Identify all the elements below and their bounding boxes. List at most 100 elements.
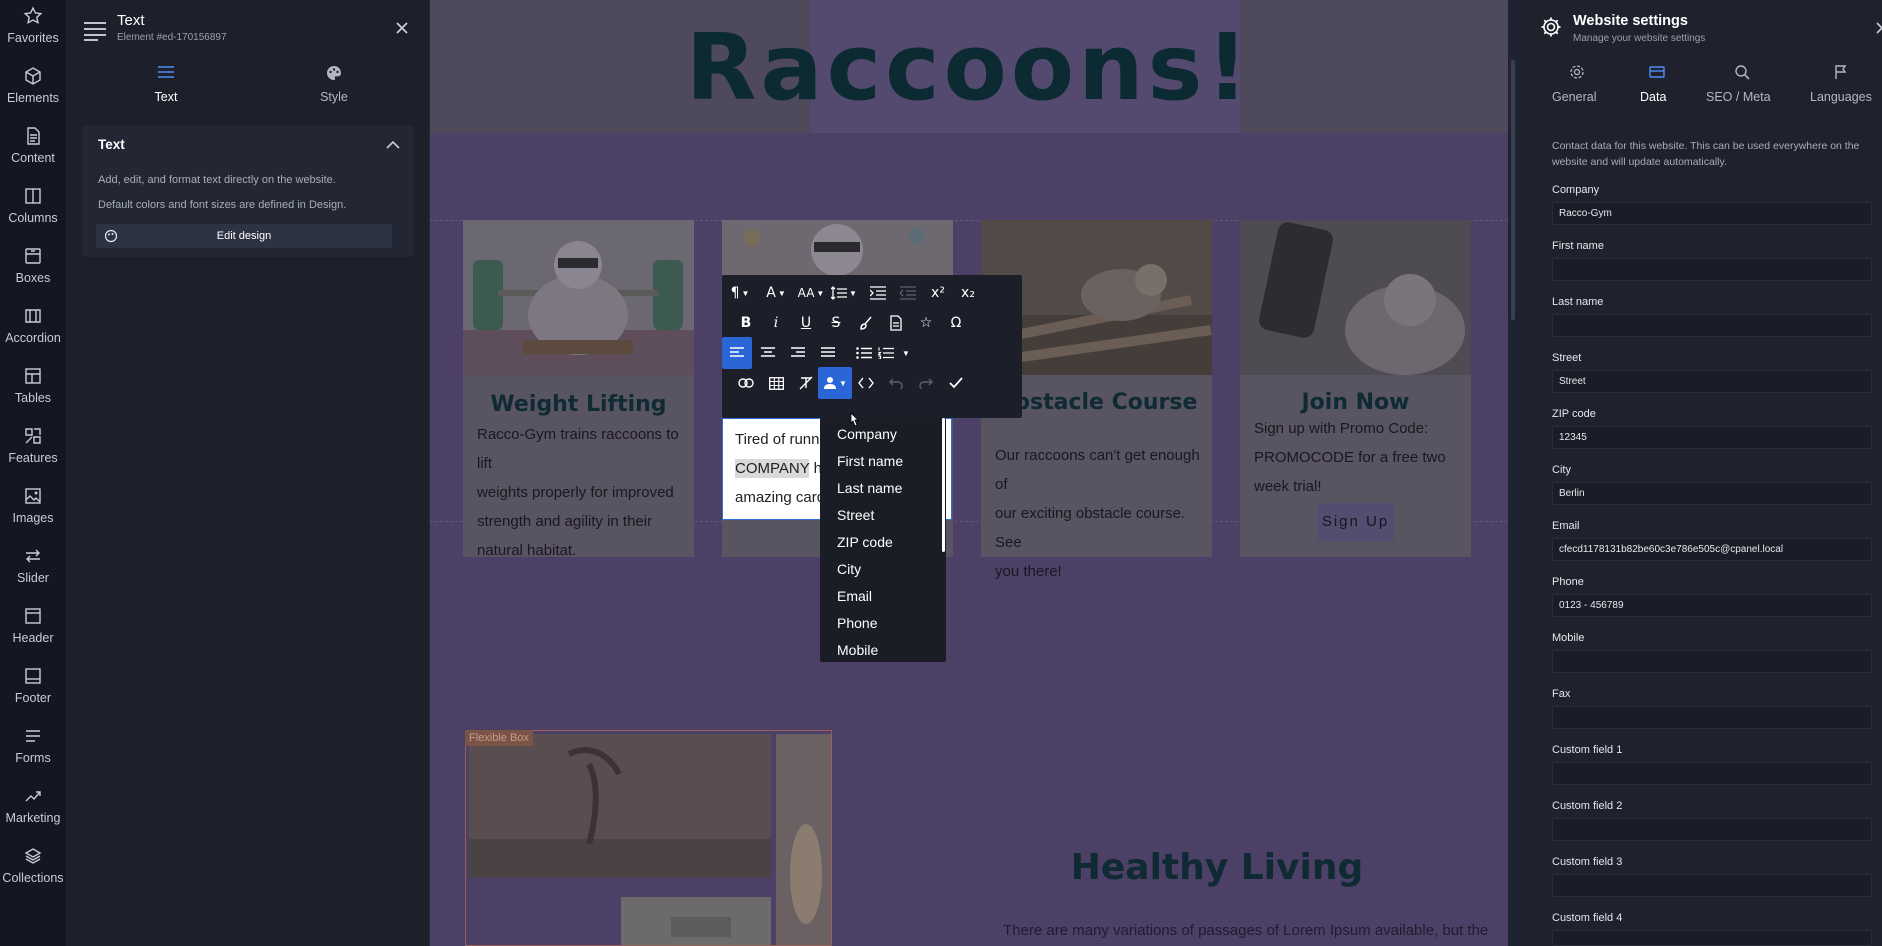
text-color-button[interactable]: A ▼ bbox=[760, 277, 792, 309]
rail-item-images[interactable]: Images bbox=[0, 480, 66, 538]
rail-item-features[interactable]: Features bbox=[0, 420, 66, 478]
indent-button[interactable] bbox=[862, 277, 894, 309]
highlight-button[interactable] bbox=[850, 307, 882, 339]
close-icon[interactable] bbox=[1876, 22, 1882, 34]
underline-button[interactable]: U bbox=[790, 307, 822, 339]
numbered-list-button[interactable]: ▼ bbox=[878, 337, 910, 369]
tab-data[interactable]: Data bbox=[1638, 62, 1678, 112]
edit-design-button[interactable]: Edit design bbox=[96, 224, 392, 248]
star-icon: ☆ bbox=[919, 315, 933, 331]
align-justify-button[interactable] bbox=[812, 337, 844, 369]
dropdown-item-phone[interactable]: Phone bbox=[837, 615, 877, 631]
dropdown-item-street[interactable]: Street bbox=[837, 507, 874, 523]
rail-item-footer[interactable]: Footer bbox=[0, 660, 66, 718]
last-name-field[interactable] bbox=[1552, 314, 1872, 337]
insert-table-button[interactable] bbox=[760, 367, 792, 399]
rail-item-tables[interactable]: Tables bbox=[0, 360, 66, 418]
undo-button[interactable] bbox=[880, 367, 912, 399]
company-field[interactable] bbox=[1552, 202, 1872, 225]
custom-field-4[interactable] bbox=[1552, 930, 1872, 946]
field-label-zip-code: ZIP code bbox=[1552, 408, 1596, 420]
code-view-button[interactable] bbox=[850, 367, 882, 399]
tab-general[interactable]: General bbox=[1552, 62, 1602, 112]
feature-card[interactable]: Weight Lifting Racco-Gym trains raccoons… bbox=[463, 220, 694, 559]
insert-icon-button[interactable]: ☆ bbox=[910, 307, 942, 339]
zip-code-field[interactable] bbox=[1552, 426, 1872, 449]
dropdown-item-zip-code[interactable]: ZIP code bbox=[837, 534, 893, 550]
bold-button[interactable]: B bbox=[730, 307, 762, 339]
rail-item-header[interactable]: Header bbox=[0, 600, 66, 658]
flexible-box-outline[interactable] bbox=[465, 730, 832, 946]
card-text: Our raccoons can't get enough of our exc… bbox=[995, 447, 1200, 580]
code-icon bbox=[858, 377, 874, 389]
rail-item-elements[interactable]: Elements bbox=[0, 60, 66, 118]
section-heading: Healthy Living bbox=[1070, 847, 1364, 888]
tab-languages[interactable]: Languages bbox=[1810, 62, 1880, 112]
redo-button[interactable] bbox=[910, 367, 942, 399]
outdent-button[interactable] bbox=[892, 277, 924, 309]
custom-field-1[interactable] bbox=[1552, 762, 1872, 785]
rail-item-collections[interactable]: Collections bbox=[0, 840, 66, 898]
insert-link-button[interactable] bbox=[730, 367, 762, 399]
rail-item-forms[interactable]: Forms bbox=[0, 720, 66, 778]
rail-item-slider[interactable]: Slider bbox=[0, 540, 66, 598]
feature-card[interactable]: Join Now Sign up with Promo Code: PROMOC… bbox=[1240, 220, 1471, 557]
dropdown-item-company[interactable]: Company bbox=[837, 426, 897, 442]
rail-item-boxes[interactable]: Boxes bbox=[0, 240, 66, 298]
align-right-button[interactable] bbox=[782, 337, 814, 369]
sign-up-button[interactable]: Sign Up bbox=[1317, 503, 1394, 541]
italic-button[interactable]: i bbox=[760, 307, 792, 339]
email-field[interactable] bbox=[1552, 538, 1872, 561]
rail-item-content[interactable]: Content bbox=[0, 120, 66, 178]
tab-style[interactable]: Style bbox=[274, 62, 394, 110]
fax-field[interactable] bbox=[1552, 706, 1872, 729]
align-left-button[interactable] bbox=[722, 337, 752, 369]
font-size-button[interactable]: AA ▼ bbox=[794, 277, 828, 309]
confirm-button[interactable] bbox=[940, 367, 972, 399]
canvas-scrollbar[interactable] bbox=[1508, 0, 1518, 946]
first-name-field[interactable] bbox=[1552, 258, 1872, 281]
custom-field-2[interactable] bbox=[1552, 818, 1872, 841]
line-height-button[interactable]: ▼ bbox=[828, 277, 860, 309]
tab-text[interactable]: Text bbox=[106, 62, 226, 110]
align-right-icon bbox=[791, 347, 805, 357]
dropdown-item-city[interactable]: City bbox=[837, 561, 861, 577]
rail-item-marketing[interactable]: Marketing bbox=[0, 780, 66, 838]
field-label-custom-1: Custom field 1 bbox=[1552, 744, 1623, 756]
dropdown-item-last-name[interactable]: Last name bbox=[837, 480, 902, 496]
mobile-field[interactable] bbox=[1552, 650, 1872, 673]
chevron-up-icon[interactable] bbox=[385, 137, 401, 153]
tab-seo-meta[interactable]: SEO / Meta bbox=[1706, 62, 1776, 112]
dropdown-item-mobile[interactable]: Mobile bbox=[837, 642, 878, 658]
close-icon[interactable] bbox=[392, 18, 412, 38]
slider-icon bbox=[26, 549, 40, 563]
insert-file-button[interactable] bbox=[880, 307, 912, 339]
website-canvas[interactable]: Raccoons! Weight Lifting Racco-Gym train… bbox=[430, 0, 1508, 946]
paragraph-format-button[interactable]: ¶ ▼ bbox=[724, 277, 756, 309]
field-label-last-name: Last name bbox=[1552, 296, 1604, 308]
phone-field[interactable] bbox=[1552, 594, 1872, 617]
special-characters-button[interactable]: Ω bbox=[940, 307, 972, 339]
contact-data-button[interactable]: ▼ bbox=[818, 367, 852, 399]
align-center-button[interactable] bbox=[752, 337, 784, 369]
subscript-button[interactable]: x₂ bbox=[952, 277, 984, 309]
city-field[interactable] bbox=[1552, 482, 1872, 505]
superscript-button[interactable]: x² bbox=[922, 277, 954, 309]
rail-item-columns[interactable]: Columns bbox=[0, 180, 66, 238]
street-field[interactable] bbox=[1552, 370, 1872, 393]
strikethrough-button[interactable]: S bbox=[820, 307, 852, 339]
scrollbar-thumb[interactable] bbox=[1511, 60, 1515, 320]
dropdown-scrollbar[interactable] bbox=[942, 418, 945, 552]
caret-down-icon: ▼ bbox=[902, 348, 910, 358]
dropdown-item-first-name[interactable]: First name bbox=[837, 453, 903, 469]
rail-item-favorites[interactable]: Favorites bbox=[0, 0, 66, 58]
bulleted-list-button[interactable] bbox=[848, 337, 880, 369]
underline-icon: U bbox=[800, 315, 812, 331]
paragraph-icon: ¶ bbox=[730, 285, 740, 301]
settings-title: Website settings bbox=[1573, 13, 1688, 29]
custom-field-3[interactable] bbox=[1552, 874, 1872, 897]
dropdown-item-email[interactable]: Email bbox=[837, 588, 872, 604]
rail-item-accordion[interactable]: Accordion bbox=[0, 300, 66, 358]
text-lines-icon bbox=[158, 66, 174, 78]
placeholder-company-token[interactable]: COMPANY bbox=[735, 459, 810, 478]
